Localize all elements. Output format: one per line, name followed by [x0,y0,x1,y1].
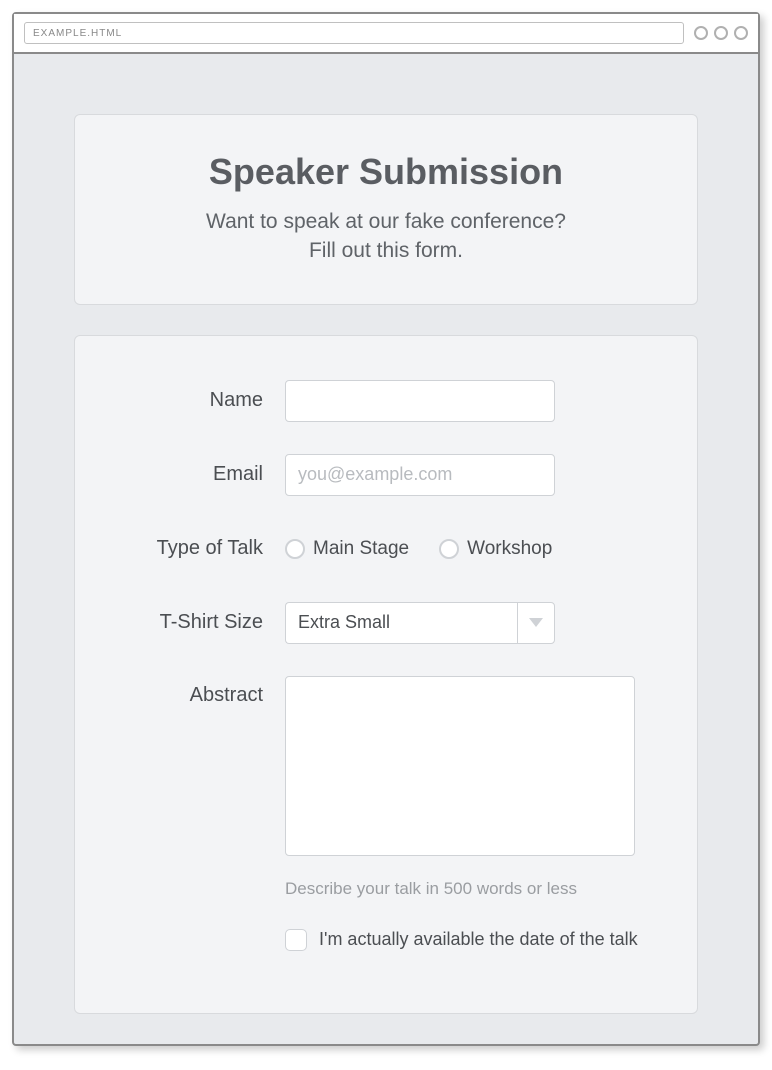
radio-workshop[interactable]: Workshop [439,538,552,560]
radio-main-stage-label: Main Stage [313,538,409,560]
name-input[interactable] [285,380,555,422]
talk-type-row: Type of Talk Main Stage Workshop [125,528,647,570]
browser-window: EXAMPLE.HTML Speaker Submission Want to … [12,12,760,1046]
name-row: Name [125,380,647,422]
tshirt-selected-value: Extra Small [285,602,517,644]
availability-label: I'm actually available the date of the t… [319,929,638,950]
tshirt-select[interactable]: Extra Small [285,602,555,644]
email-input[interactable] [285,454,555,496]
abstract-row: Abstract Describe your talk in 500 words… [125,676,647,951]
tshirt-row: T-Shirt Size Extra Small [125,602,647,644]
availability-checkbox[interactable] [285,929,307,951]
radio-circle-icon [285,539,305,559]
header-card: Speaker Submission Want to speak at our … [74,114,698,305]
name-label: Name [125,389,285,412]
availability-row: I'm actually available the date of the t… [285,929,647,951]
form-card: Name Email Type of Talk Main Stage [74,335,698,1014]
abstract-hint: Describe your talk in 500 words or less [285,879,647,899]
page-title: Speaker Submission [95,151,677,193]
url-text: EXAMPLE.HTML [33,28,122,39]
abstract-label: Abstract [125,676,285,707]
radio-main-stage[interactable]: Main Stage [285,538,409,560]
page-subtitle: Want to speak at our fake conference? Fi… [95,207,677,266]
window-control-min[interactable] [694,26,708,40]
window-control-close[interactable] [734,26,748,40]
email-label: Email [125,463,285,486]
radio-workshop-label: Workshop [467,538,552,560]
url-bar[interactable]: EXAMPLE.HTML [24,22,684,44]
page-content: Speaker Submission Want to speak at our … [14,54,758,1044]
tshirt-dropdown-button[interactable] [517,602,555,644]
window-controls [694,26,748,40]
titlebar: EXAMPLE.HTML [14,14,758,54]
tshirt-label: T-Shirt Size [125,611,285,634]
abstract-textarea[interactable] [285,676,635,856]
email-row: Email [125,454,647,496]
chevron-down-icon [529,618,543,627]
talk-type-label: Type of Talk [125,537,285,560]
talk-type-radio-group: Main Stage Workshop [285,528,647,570]
window-control-max[interactable] [714,26,728,40]
radio-circle-icon [439,539,459,559]
